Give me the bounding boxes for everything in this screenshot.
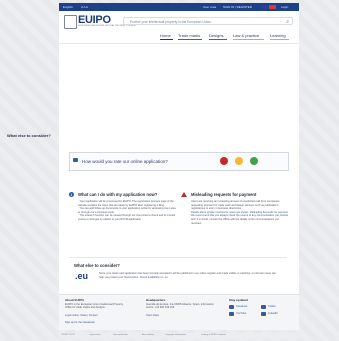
language-selector[interactable]: English	[63, 5, 73, 9]
nav-law-practice-underline	[233, 39, 264, 40]
stay-updated-title: Stay updated	[229, 298, 248, 302]
also-consider-section: What else to consider? .eu Since your tr…	[69, 257, 287, 288]
nav-learning-underline	[270, 39, 289, 40]
youtube-link[interactable]: YouTube	[236, 312, 246, 315]
footer-legal-links[interactable]: Legal notice | Data | Contact	[65, 314, 98, 317]
misleading-requests-text: Users are receiving an increasing amount…	[191, 200, 289, 225]
search-icon[interactable]: ⌕	[286, 19, 289, 25]
newsletter-link[interactable]: Sign up for the Newsletter	[65, 321, 95, 324]
nav-trade-marks-underline	[178, 39, 202, 40]
user-area-inline-link[interactable]: User area	[164, 207, 175, 210]
footer-about-title: About EUIPO	[65, 298, 84, 302]
footer: About EUIPO EUIPO is the European Union …	[59, 294, 299, 330]
nav-trade-marks[interactable]: Trade marks	[178, 33, 200, 38]
data-protection-link[interactable]: Data protection	[113, 334, 128, 336]
registration-process-link[interactable]: registration process	[137, 200, 160, 203]
check-eu-availability-link[interactable]: Check availability on .eu	[140, 276, 168, 279]
legal-notice-link[interactable]: Legal notice	[89, 334, 101, 336]
facebook-icon[interactable]	[229, 305, 234, 309]
also-consider-text: Since your trade mark application has be…	[99, 272, 276, 279]
linkedin-link[interactable]: LinkedIn	[268, 312, 278, 315]
sign-in-register-link[interactable]: SIGN IN | REGISTER	[223, 5, 252, 9]
top-bar: English A A A User area SIGN IN | REGIST…	[59, 3, 299, 11]
search-placeholder: Protect your intellectual property in th…	[130, 20, 212, 24]
nav-law-practice[interactable]: Law & practice	[233, 33, 259, 38]
search-input[interactable]: Protect your intellectual property in th…	[123, 17, 293, 25]
chat-icon	[73, 158, 78, 162]
rating-good-button[interactable]	[250, 157, 258, 165]
accessibility-link[interactable]: Accessibility	[142, 334, 154, 336]
nav-designs-underline	[209, 39, 227, 40]
euipo-logo-icon[interactable]	[64, 15, 77, 29]
info-icon: i	[69, 192, 74, 197]
copyright-info-link[interactable]: Copyright information	[165, 334, 186, 336]
side-what-else-label: What else to consider?	[7, 133, 51, 138]
nav-designs[interactable]: Designs	[209, 33, 223, 38]
nav-divider	[59, 43, 299, 44]
login-link[interactable]: Login	[281, 5, 288, 9]
linking-link[interactable]: Linking to EUIPO website	[201, 334, 226, 336]
logo-subtitle: EUROPEAN UNION INTELLECTUAL PROPERTY OFF…	[78, 25, 136, 27]
bottom-links-bar: ©EUIPO 2017 Legal notice Data protection…	[59, 333, 299, 339]
also-consider-title: What else to consider?	[74, 263, 120, 268]
next-steps-text: · Your application will be processed by …	[78, 200, 176, 221]
next-steps-title: What can I do with my application now?	[78, 192, 158, 197]
rating-bad-button[interactable]	[220, 157, 228, 165]
twitter-icon[interactable]	[261, 305, 266, 309]
twitter-link[interactable]: Twitter	[268, 305, 276, 308]
nav-learning[interactable]: Learning	[270, 33, 286, 38]
rating-question: How would you rate our online applicatio…	[82, 159, 168, 164]
user-flag-icon	[269, 5, 276, 9]
eu-domain-logo: .eu	[75, 271, 89, 281]
copyright-text: ©EUIPO 2017	[61, 334, 75, 336]
youtube-icon[interactable]	[229, 312, 234, 316]
warning-icon	[181, 192, 187, 197]
facebook-link[interactable]: Facebook	[236, 305, 247, 308]
footer-about-text: EUIPO is the European Union Intellectual…	[65, 303, 124, 310]
linkedin-icon[interactable]	[261, 312, 266, 316]
nav-home[interactable]: Home	[160, 33, 171, 38]
open-days-link[interactable]: Open Days	[146, 314, 159, 317]
main-page: EUIPO EUROPEAN UNION INTELLECTUAL PROPER…	[59, 11, 299, 330]
footer-address-text: Avenida de Europa, 4 E-03008 Alicante, S…	[146, 303, 214, 310]
footer-address-title: Headquarters	[146, 298, 166, 302]
rating-box: How would you rate our online applicatio…	[69, 152, 289, 171]
nav-home-underline	[160, 39, 173, 40]
eu-flag-icon	[261, 5, 268, 9]
user-area-link[interactable]: User area	[203, 5, 216, 9]
misleading-requests-title: Misleading requests for payment	[191, 192, 257, 197]
rating-neutral-button[interactable]	[235, 157, 243, 165]
accessibility-options[interactable]: A A A	[81, 5, 88, 9]
